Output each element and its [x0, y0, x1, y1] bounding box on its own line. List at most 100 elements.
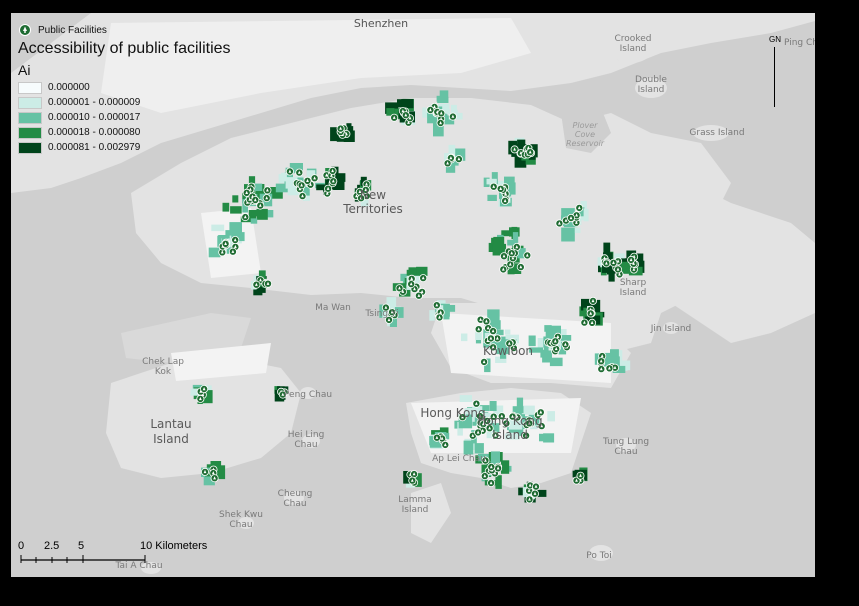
- facility-marker[interactable]: [602, 259, 611, 268]
- facility-marker[interactable]: [474, 325, 483, 334]
- facility-marker[interactable]: [487, 479, 496, 487]
- facility-marker[interactable]: [499, 265, 508, 274]
- facility-marker[interactable]: [480, 357, 489, 366]
- accessibility-cell: [461, 333, 468, 342]
- facility-marker[interactable]: [410, 470, 419, 479]
- accessibility-cell: [256, 208, 268, 220]
- facility-marker[interactable]: [507, 249, 516, 258]
- facility-marker[interactable]: [531, 489, 539, 498]
- facility-marker[interactable]: [575, 203, 584, 212]
- facility-marker[interactable]: [252, 280, 261, 289]
- accessibility-cell: [608, 273, 615, 282]
- facility-marker[interactable]: [443, 159, 452, 168]
- scale-bar-line: [20, 555, 146, 563]
- facility-marker[interactable]: [609, 258, 618, 267]
- facility-marker[interactable]: [589, 296, 597, 305]
- facility-marker[interactable]: [561, 340, 570, 349]
- facility-marker[interactable]: [614, 265, 622, 274]
- accessibility-cell: [429, 310, 435, 321]
- facility-marker[interactable]: [285, 167, 294, 176]
- facility-marker[interactable]: [580, 318, 589, 327]
- legend-field: Ai: [18, 62, 31, 78]
- facility-marker[interactable]: [432, 433, 441, 442]
- legend-class-row: 0.000001 - 0.000009: [18, 95, 238, 110]
- facility-marker[interactable]: [295, 168, 304, 177]
- facility-marker[interactable]: [298, 192, 307, 201]
- facility-marker[interactable]: [432, 301, 441, 310]
- facility-marker[interactable]: [525, 495, 534, 504]
- facility-marker[interactable]: [588, 318, 597, 327]
- accessibility-cell: [439, 90, 449, 103]
- facility-marker[interactable]: [264, 279, 272, 288]
- facility-marker[interactable]: [407, 280, 416, 289]
- facility-marker[interactable]: [605, 364, 614, 373]
- label-plover-3: Reservoir: [566, 139, 605, 148]
- facility-marker[interactable]: [437, 109, 446, 118]
- facility-marker[interactable]: [487, 463, 496, 471]
- facility-marker[interactable]: [297, 181, 306, 190]
- facility-marker[interactable]: [414, 291, 423, 300]
- facility-marker[interactable]: [576, 471, 585, 480]
- accessibility-cell: [222, 202, 230, 212]
- facility-marker[interactable]: [555, 219, 564, 228]
- accessibility-cell: [583, 208, 589, 222]
- facility-marker[interactable]: [436, 119, 445, 127]
- facility-marker[interactable]: [482, 317, 491, 326]
- facility-marker[interactable]: [231, 236, 240, 244]
- facility-marker[interactable]: [551, 337, 560, 346]
- facility-marker[interactable]: [500, 252, 508, 261]
- facility-marker[interactable]: [401, 111, 410, 120]
- facility-marker[interactable]: [210, 474, 219, 483]
- facility-marker[interactable]: [395, 284, 404, 293]
- facility-marker[interactable]: [523, 251, 532, 260]
- facility-marker[interactable]: [486, 334, 495, 343]
- facility-marker[interactable]: [408, 476, 417, 485]
- accessibility-cell: [487, 194, 497, 201]
- facility-marker[interactable]: [586, 309, 595, 318]
- facility-marker[interactable]: [441, 440, 450, 449]
- facility-marker[interactable]: [627, 255, 636, 264]
- legend-swatch: [18, 111, 42, 124]
- accessibility-cell: [474, 443, 484, 454]
- facility-marker[interactable]: [262, 194, 271, 203]
- facility-marker[interactable]: [196, 394, 205, 403]
- facility-marker[interactable]: [324, 184, 333, 193]
- facility-marker[interactable]: [516, 263, 525, 272]
- label-tsing-yi: Tsing Yi: [364, 309, 398, 319]
- facility-marker[interactable]: [501, 196, 510, 205]
- facility-marker[interactable]: [597, 365, 606, 374]
- facility-marker[interactable]: [200, 385, 209, 393]
- facility-marker[interactable]: [567, 214, 575, 222]
- facility-marker[interactable]: [474, 428, 483, 437]
- facility-marker[interactable]: [426, 106, 435, 114]
- accessibility-cell: [504, 329, 511, 335]
- facility-marker[interactable]: [419, 274, 428, 283]
- facility-marker[interactable]: [201, 467, 209, 476]
- facility-marker[interactable]: [329, 177, 338, 186]
- facility-marker[interactable]: [489, 182, 498, 191]
- facility-marker[interactable]: [597, 357, 606, 366]
- facility-marker[interactable]: [532, 482, 540, 491]
- facility-marker[interactable]: [526, 148, 535, 157]
- facility-marker[interactable]: [496, 184, 505, 193]
- facility-marker[interactable]: [241, 213, 250, 222]
- facility-marker[interactable]: [510, 145, 519, 154]
- facility-marker[interactable]: [336, 124, 345, 133]
- facility-marker[interactable]: [494, 464, 503, 473]
- facility-marker[interactable]: [454, 155, 463, 164]
- facility-marker-icon: [19, 24, 31, 36]
- facility-marker[interactable]: [448, 112, 457, 121]
- facility-marker[interactable]: [480, 472, 489, 481]
- facility-marker[interactable]: [228, 247, 237, 256]
- facility-marker[interactable]: [310, 174, 319, 183]
- north-arrow-label: GN: [769, 35, 781, 44]
- facility-marker[interactable]: [390, 113, 399, 122]
- accessibility-cell: [504, 176, 515, 184]
- facility-marker[interactable]: [251, 196, 260, 204]
- legend-class-row: 0.000081 - 0.002979: [18, 140, 238, 155]
- facility-marker[interactable]: [221, 239, 230, 248]
- facility-marker[interactable]: [328, 166, 337, 175]
- facility-marker[interactable]: [435, 313, 444, 322]
- facility-marker[interactable]: [489, 327, 498, 336]
- facility-marker[interactable]: [263, 186, 272, 195]
